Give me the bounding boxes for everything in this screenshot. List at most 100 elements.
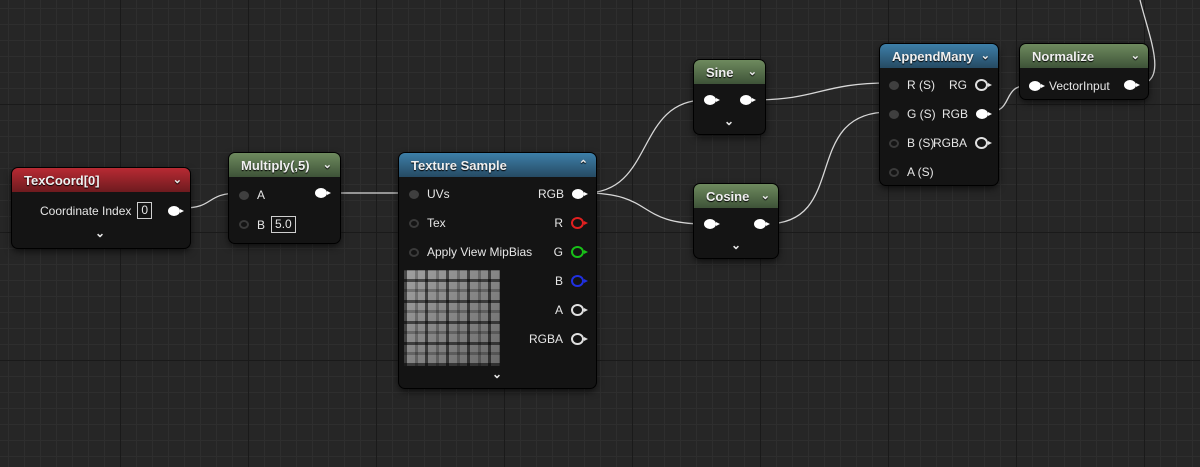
cosine-input-pin[interactable] xyxy=(704,219,720,229)
sine-output-pin[interactable] xyxy=(740,95,756,105)
normalize-input-row: VectorInput xyxy=(1029,79,1110,93)
append-output-rgb-row: RGB xyxy=(941,107,992,121)
cosine-node[interactable]: Cosine ⌄ ⌄ xyxy=(694,184,778,258)
texture-input-tex-pin[interactable] xyxy=(409,218,419,228)
texture-preview-thumbnail xyxy=(404,270,500,366)
expand-chevron-down-icon[interactable]: ⌄ xyxy=(95,226,105,240)
texture-input-uvs-pin[interactable] xyxy=(409,189,419,199)
append-many-header[interactable]: AppendMany ⌄ xyxy=(880,44,998,68)
texture-input-mipbias-label: Apply View MipBias xyxy=(427,245,533,259)
chevron-down-icon[interactable]: ⌄ xyxy=(323,159,332,171)
texture-sample-header[interactable]: Texture Sample ⌃ xyxy=(399,153,596,177)
append-input-r-label: R (S) xyxy=(907,78,935,92)
normalize-input-pin[interactable] xyxy=(1029,81,1045,91)
texture-output-a-label: A xyxy=(554,303,563,317)
multiply-input-b-label: B xyxy=(257,217,266,232)
append-output-rg-row: RG xyxy=(949,78,992,92)
append-input-a-pin[interactable] xyxy=(889,167,899,177)
texture-sample-node[interactable]: Texture Sample ⌃ UVs Tex Apply View MipB… xyxy=(399,153,596,388)
append-output-rgba-pin[interactable] xyxy=(975,137,992,149)
multiply-input-a-pin[interactable] xyxy=(239,190,249,200)
texture-output-rgb-label: RGB xyxy=(537,187,564,201)
wire-texture-to-cosine xyxy=(584,192,706,225)
texture-output-rgb-pin[interactable] xyxy=(572,189,588,199)
sine-node[interactable]: Sine ⌄ ⌄ xyxy=(694,60,765,134)
texture-sample-title: Texture Sample xyxy=(411,157,507,173)
texcoord-title: TexCoord[0] xyxy=(24,172,100,188)
texture-input-uvs-row: UVs xyxy=(409,187,450,201)
coordinate-index-row: Coordinate Index 0 xyxy=(40,202,185,219)
append-input-g-row: G (S) xyxy=(889,107,936,121)
append-output-rg-pin[interactable] xyxy=(975,79,992,91)
multiply-input-a-label: A xyxy=(257,188,266,202)
append-many-title: AppendMany xyxy=(892,48,974,64)
append-input-r-pin[interactable] xyxy=(889,80,899,90)
append-input-a-label: A (S) xyxy=(907,165,934,179)
texture-output-g-pin[interactable] xyxy=(571,246,588,258)
normalize-input-label: VectorInput xyxy=(1049,79,1110,93)
texture-output-a-pin[interactable] xyxy=(571,304,588,316)
append-output-rgba-label: RGBA xyxy=(932,136,967,150)
texture-output-r-row: R xyxy=(554,216,588,230)
multiply-header[interactable]: Multiply(,5) ⌄ xyxy=(229,153,340,177)
texture-input-mipbias-row: Apply View MipBias xyxy=(409,245,532,259)
append-output-rgba-row: RGBA xyxy=(932,136,992,150)
append-output-rg-label: RG xyxy=(949,78,967,92)
chevron-down-icon[interactable]: ⌄ xyxy=(748,66,757,78)
coordinate-index-label: Coordinate Index xyxy=(40,203,132,218)
wire-texture-to-sine xyxy=(584,99,706,194)
append-input-b-pin[interactable] xyxy=(889,138,899,148)
normalize-title: Normalize xyxy=(1032,48,1095,64)
multiply-b-value-field[interactable]: 5.0 xyxy=(271,216,296,233)
chevron-down-icon[interactable]: ⌄ xyxy=(1131,50,1140,62)
texture-output-rgba-row: RGBA xyxy=(528,332,588,346)
normalize-header[interactable]: Normalize ⌄ xyxy=(1020,44,1148,68)
multiply-input-b-row: B 5.0 xyxy=(239,216,296,233)
texture-input-uvs-label: UVs xyxy=(427,187,450,201)
multiply-input-a-row: A xyxy=(239,188,265,202)
texture-output-a-row: A xyxy=(554,303,588,317)
sine-header[interactable]: Sine ⌄ xyxy=(694,60,765,84)
chevron-down-icon[interactable]: ⌄ xyxy=(981,50,990,62)
normalize-node[interactable]: Normalize ⌄ VectorInput xyxy=(1020,44,1148,99)
texcoord-node[interactable]: TexCoord[0] ⌄ Coordinate Index 0 ⌄ xyxy=(12,168,190,248)
texture-input-tex-label: Tex xyxy=(427,216,446,230)
cosine-header[interactable]: Cosine ⌄ xyxy=(694,184,778,208)
chevron-up-icon[interactable]: ⌃ xyxy=(579,159,588,171)
texture-input-tex-row: Tex xyxy=(409,216,446,230)
texture-output-r-pin[interactable] xyxy=(571,217,588,229)
normalize-output-pin[interactable] xyxy=(1124,80,1140,90)
wire-sine-to-append xyxy=(751,82,890,101)
cosine-title: Cosine xyxy=(706,188,750,204)
texture-output-r-label: R xyxy=(554,216,563,230)
texcoord-output-pin[interactable] xyxy=(168,205,185,216)
append-output-rgb-pin[interactable] xyxy=(976,109,992,119)
texture-output-b-pin[interactable] xyxy=(571,275,588,287)
expand-chevron-down-icon[interactable]: ⌄ xyxy=(724,114,734,128)
append-input-r-row: R (S) xyxy=(889,78,935,92)
append-input-a-row: A (S) xyxy=(889,165,934,179)
multiply-title: Multiply(,5) xyxy=(241,157,310,173)
texture-input-mipbias-pin[interactable] xyxy=(409,247,419,257)
multiply-node[interactable]: Multiply(,5) ⌄ A B 5.0 xyxy=(229,153,340,243)
append-input-b-label: B (S) xyxy=(907,136,935,150)
wire-cosine-to-append xyxy=(765,111,890,225)
texture-output-rgba-label: RGBA xyxy=(528,332,563,346)
texture-output-rgba-pin[interactable] xyxy=(571,333,588,345)
texture-output-rgb-row: RGB xyxy=(537,187,588,201)
multiply-output-pin[interactable] xyxy=(315,188,331,198)
expand-chevron-down-icon[interactable]: ⌄ xyxy=(731,238,741,252)
chevron-down-icon[interactable]: ⌄ xyxy=(761,190,770,202)
append-input-g-label: G (S) xyxy=(907,107,936,121)
append-many-node[interactable]: AppendMany ⌄ R (S) G (S) B (S) A (S) RG … xyxy=(880,44,998,185)
sine-input-pin[interactable] xyxy=(704,95,720,105)
multiply-input-b-pin[interactable] xyxy=(239,220,249,229)
cosine-output-pin[interactable] xyxy=(754,219,770,229)
coordinate-index-field[interactable]: 0 xyxy=(137,202,153,219)
sine-title: Sine xyxy=(706,64,734,80)
texcoord-header[interactable]: TexCoord[0] ⌄ xyxy=(12,168,190,192)
expand-chevron-down-icon[interactable]: ⌄ xyxy=(492,367,502,381)
chevron-down-icon[interactable]: ⌄ xyxy=(173,174,182,186)
append-output-rgb-label: RGB xyxy=(941,107,968,121)
append-input-g-pin[interactable] xyxy=(889,109,899,119)
